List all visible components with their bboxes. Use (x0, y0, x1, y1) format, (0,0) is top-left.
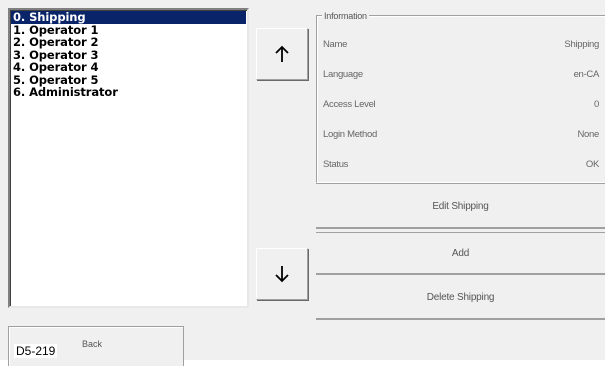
info-value: 0 (594, 99, 599, 110)
user-list[interactable]: 0. Shipping 1. Operator 1 2. Operator 2 … (8, 8, 249, 308)
info-value: OK (585, 159, 599, 170)
info-label: Name (323, 39, 348, 50)
info-row-access-level: Access Level 0 (323, 99, 605, 113)
info-value: None (577, 129, 599, 140)
delete-user-button[interactable]: Delete Shipping (316, 277, 605, 320)
info-row-language: Language en-CA (323, 69, 605, 83)
figure-code: D5-219 (14, 344, 58, 358)
arrow-down-icon (275, 266, 289, 283)
info-row-name: Name Shipping (323, 39, 605, 53)
information-legend: Information (322, 11, 369, 21)
info-value: Shipping (564, 39, 599, 50)
edit-user-button[interactable]: Edit Shipping (316, 186, 605, 229)
back-button-label: Back (82, 339, 103, 349)
info-label: Language (323, 69, 363, 80)
add-user-button[interactable]: Add (316, 232, 605, 275)
arrow-up-icon (275, 45, 289, 62)
info-label: Status (323, 159, 349, 170)
user-item-operator-2[interactable]: 2. Operator 2 (11, 36, 246, 49)
info-label: Access Level (323, 99, 376, 110)
user-management-panel: 0. Shipping 1. Operator 1 2. Operator 2 … (0, 0, 605, 366)
info-label: Login Method (323, 129, 377, 140)
move-up-button[interactable] (256, 28, 308, 80)
user-item-operator-4[interactable]: 4. Operator 4 (11, 61, 246, 74)
info-row-login-method: Login Method None (323, 129, 605, 143)
info-value: en-CA (573, 69, 600, 80)
info-row-status: Status OK (323, 159, 605, 173)
move-down-button[interactable] (256, 248, 308, 300)
user-item-shipping[interactable]: 0. Shipping (11, 11, 246, 24)
user-item-administrator[interactable]: 6. Administrator (11, 86, 246, 99)
